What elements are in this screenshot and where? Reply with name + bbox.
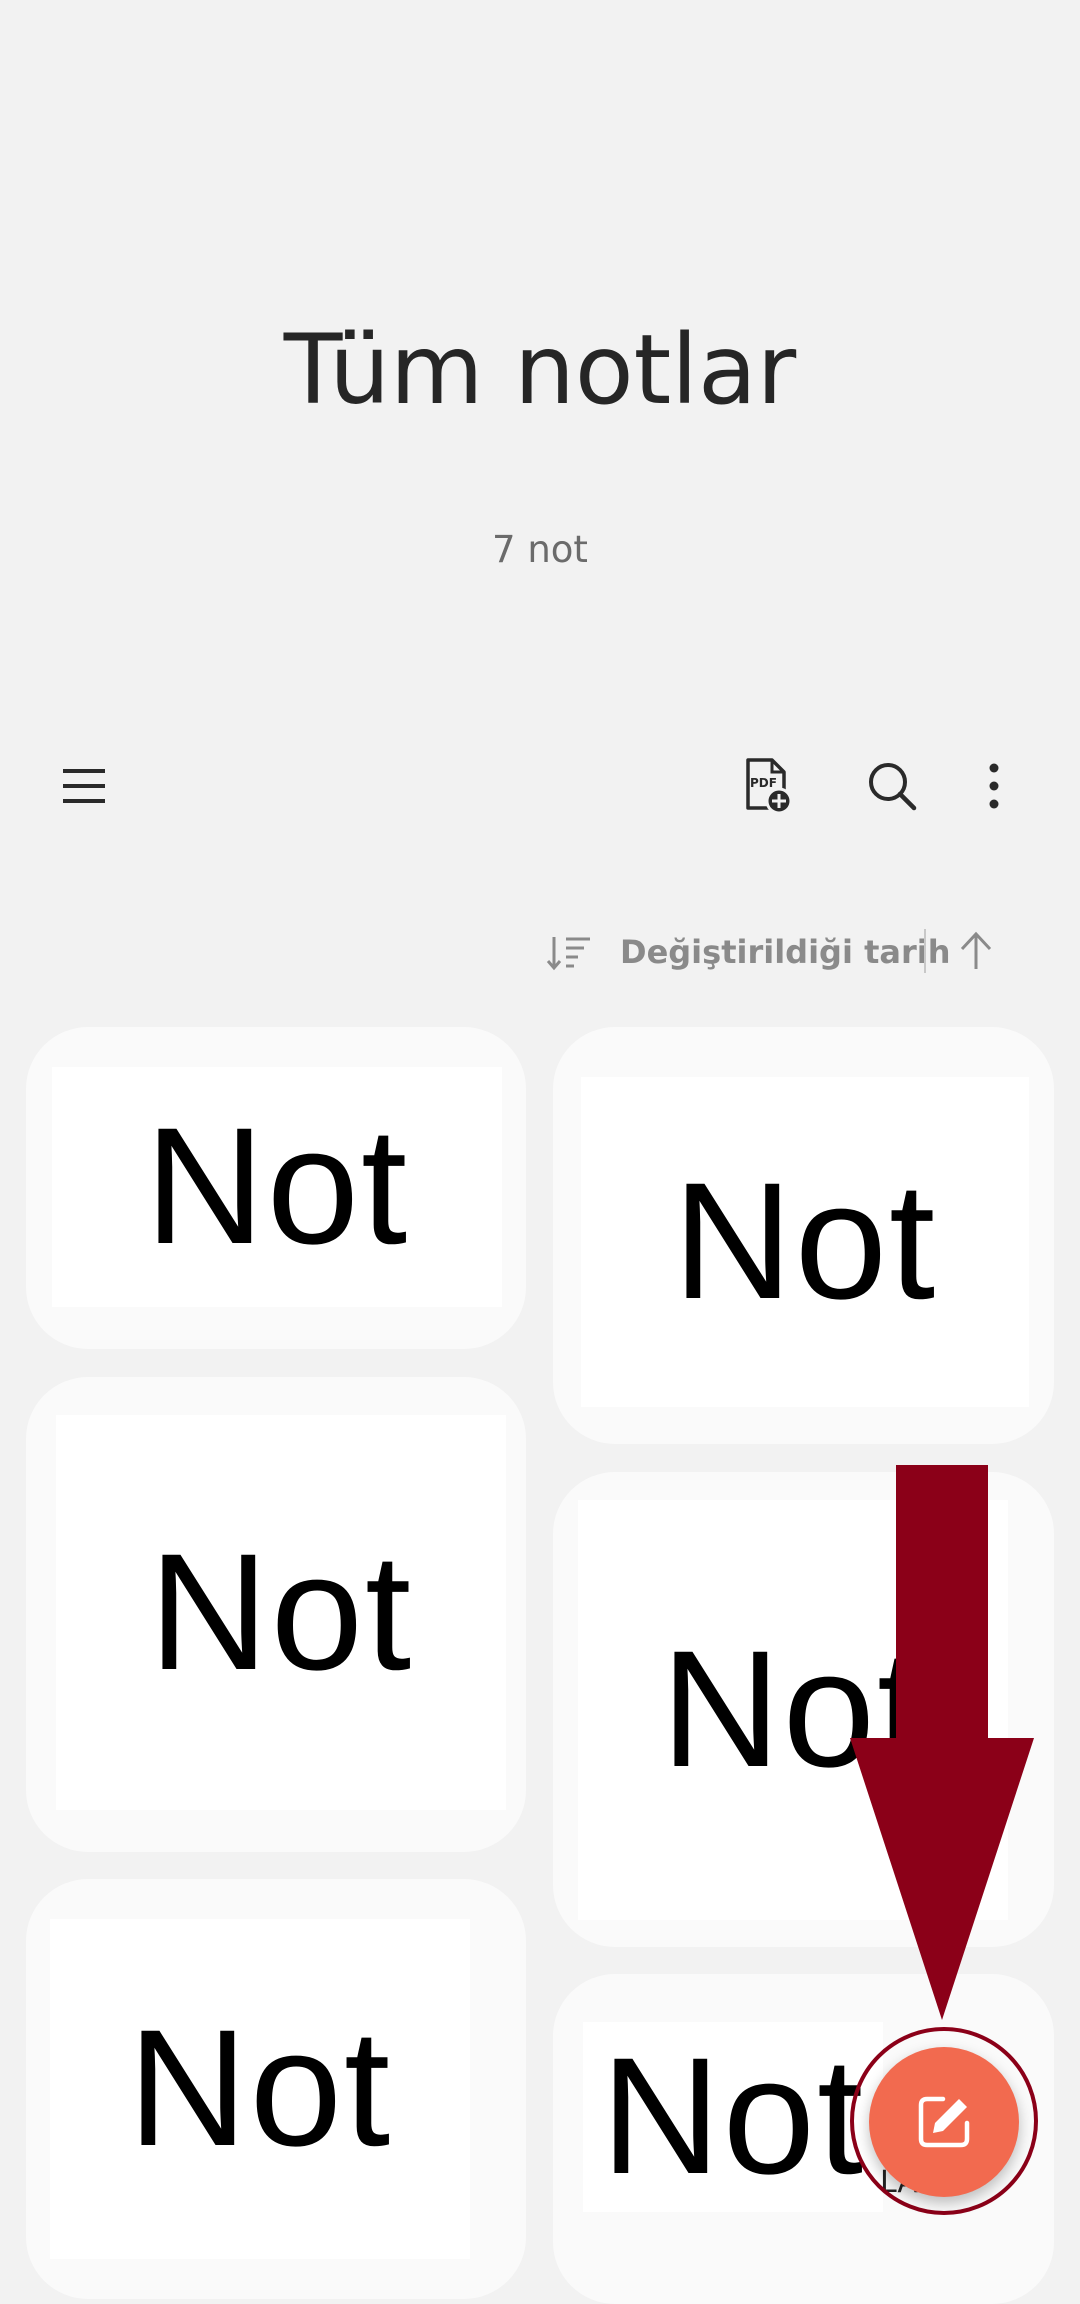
note-preview: Not: [583, 2022, 883, 2212]
new-note-button[interactable]: [869, 2047, 1019, 2197]
note-count: 7 not: [492, 528, 588, 571]
note-preview-text: Not: [148, 1519, 414, 1705]
note-preview: Not: [56, 1415, 506, 1810]
svg-text:PDF: PDF: [750, 776, 777, 790]
search-icon[interactable]: [850, 744, 934, 828]
sort-label[interactable]: Değiştirildiği tarih: [620, 933, 950, 971]
compose-note-icon: [918, 2096, 970, 2148]
note-preview-text: Not: [600, 2024, 866, 2209]
note-preview-text: Not: [144, 1094, 410, 1279]
note-preview: Not: [52, 1067, 502, 1307]
header: Tüm notlar 7 not: [0, 0, 1080, 700]
sort-bar: Değiştirildiği tarih: [0, 915, 1080, 995]
note-preview-text: Not: [127, 1996, 393, 2181]
pdf-add-icon[interactable]: PDF: [724, 744, 808, 828]
page-title: Tüm notlar: [283, 314, 797, 426]
hamburger-menu-icon[interactable]: [42, 744, 126, 828]
sort-divider: [924, 929, 926, 973]
note-card[interactable]: Not: [553, 1027, 1054, 1444]
arrow-up-icon[interactable]: [956, 929, 996, 973]
note-preview: Not: [50, 1919, 470, 2259]
note-preview: Not: [581, 1077, 1029, 1407]
note-card[interactable]: Not: [26, 1879, 526, 2299]
note-card[interactable]: Not: [26, 1377, 526, 1852]
down-arrow-overlay: [850, 1465, 1035, 2025]
note-preview-text: Not: [672, 1149, 938, 1334]
sort-lines-icon[interactable]: [546, 933, 594, 973]
note-card[interactable]: Not: [26, 1027, 526, 1349]
more-vertical-icon[interactable]: [952, 744, 1036, 828]
